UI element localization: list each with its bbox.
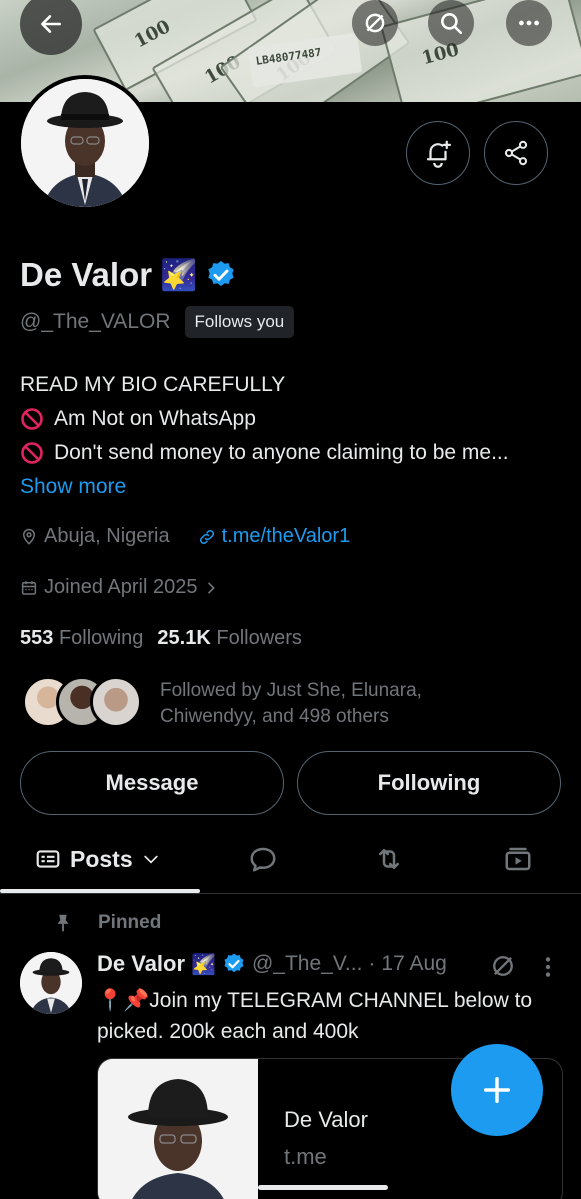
profile-tabs: Posts <box>0 826 581 894</box>
bio-text: Am Not on WhatsApp <box>54 407 256 430</box>
post-author-emoji: 🌠 <box>191 953 216 976</box>
followers-count: 25.1K <box>157 627 211 649</box>
prohibited-icon <box>21 442 43 464</box>
calendar-icon <box>21 580 37 595</box>
tab-reposts[interactable] <box>373 826 405 892</box>
joined-row[interactable]: Joined April 2025 <box>20 576 219 599</box>
shooting-star-emoji: 🌠 <box>160 258 198 292</box>
reposts-icon <box>379 849 399 869</box>
post-more-icon[interactable] <box>538 954 558 980</box>
chevron-down-icon <box>143 855 158 864</box>
following-label: Following <box>58 627 144 649</box>
post-author-handle: @_The_V... <box>251 952 363 975</box>
card-domain: t.me <box>284 1144 327 1169</box>
tab-media[interactable] <box>503 826 533 892</box>
follow-counts: 553 Following 25.1K Followers <box>20 627 302 650</box>
back-arrow-icon <box>41 15 61 33</box>
post-author-avatar[interactable] <box>20 952 82 1014</box>
search-icon <box>441 13 463 35</box>
bill-text: 100 <box>130 16 174 53</box>
message-button[interactable]: Message <box>20 751 284 815</box>
link-icon <box>199 529 214 544</box>
tab-posts[interactable]: Posts <box>34 826 161 892</box>
notification-bell-icon <box>426 140 451 168</box>
share-icon <box>504 140 528 166</box>
bio-line: READ MY BIO CAREFULLY <box>20 368 509 402</box>
bio-line: Don't send money to anyone claiming to b… <box>20 436 509 470</box>
profile-handle: @_The_VALOR <box>20 310 171 333</box>
profile-name: De Valor 🌠 <box>20 256 237 294</box>
avatar-portrait <box>21 79 149 207</box>
followed-by-text: Followed by Just She, Elunara, Chiwendyy… <box>160 680 422 727</box>
bill-serial: LB48077487 <box>254 45 323 68</box>
bio-text: READ MY BIO CAREFULLY <box>20 373 286 396</box>
followers-label: Followers <box>216 627 302 649</box>
media-icon <box>505 847 531 871</box>
pin-icon <box>57 914 69 932</box>
follows-you-badge: Follows you <box>184 306 295 338</box>
profile-meta-row: Abuja, Nigeria t.me/theValor1 <box>20 525 350 548</box>
profile-link[interactable]: t.me/theValor1 <box>222 525 351 548</box>
card-title: De Valor <box>284 1107 368 1132</box>
post-text: 📍📌Join my TELEGRAM CHANNEL below to pick… <box>97 989 533 1043</box>
grok-button[interactable] <box>352 0 398 46</box>
verified-badge-icon <box>224 953 244 973</box>
verified-badge-icon[interactable] <box>205 259 237 291</box>
compose-button[interactable] <box>451 1044 543 1136</box>
more-icon <box>519 20 539 26</box>
followers-count-link[interactable]: 25.1K Followers <box>157 627 302 650</box>
joined-text: Joined April 2025 <box>44 576 198 598</box>
pinned-indicator: Pinned <box>52 912 161 934</box>
handle-row: @_The_VALOR Follows you <box>20 306 295 338</box>
prohibited-icon <box>21 408 43 430</box>
post-author-name[interactable]: De Valor <box>97 951 185 977</box>
posts-feed-icon <box>36 850 60 868</box>
following-button[interactable]: Following <box>297 751 561 815</box>
notification-bell-button[interactable] <box>406 121 470 185</box>
location-text: Abuja, Nigeria <box>44 525 170 547</box>
following-count-link[interactable]: 553 Following <box>20 627 143 650</box>
post-header: De Valor 🌠 @_The_V... · 17 Aug <box>97 951 447 977</box>
location-pin-icon <box>22 528 36 545</box>
link-preview-image <box>98 1059 258 1199</box>
share-button[interactable] <box>484 121 548 185</box>
grok-icon[interactable] <box>489 952 517 980</box>
grok-icon <box>365 13 385 33</box>
post-separator: · <box>368 952 376 975</box>
bio-line: Am Not on WhatsApp <box>20 402 509 436</box>
compose-plus-icon <box>483 1076 511 1104</box>
followed-by-row[interactable]: Followed by Just She, Elunara, Chiwendyy… <box>22 676 422 728</box>
home-indicator[interactable] <box>258 1185 388 1190</box>
profile-bio: READ MY BIO CAREFULLY Am Not on WhatsApp… <box>20 368 509 504</box>
post-date[interactable]: 17 Aug <box>381 952 446 976</box>
search-button[interactable] <box>428 0 474 46</box>
post-avatar-portrait <box>20 952 82 1014</box>
tab-replies[interactable] <box>248 826 278 892</box>
following-count: 553 <box>20 627 54 649</box>
replies-icon <box>250 847 276 872</box>
pinned-label: Pinned <box>98 912 162 933</box>
card-portrait <box>98 1059 258 1199</box>
active-tab-indicator <box>0 889 200 893</box>
bio-text: Don't send money to anyone claiming to b… <box>54 441 509 464</box>
show-more-link[interactable]: Show more <box>20 470 509 504</box>
more-button[interactable] <box>506 0 552 46</box>
follower-avatar <box>90 676 142 728</box>
chevron-right-icon <box>208 582 216 593</box>
tab-posts-label: Posts <box>70 845 133 872</box>
profile-avatar[interactable] <box>17 75 153 211</box>
display-name: De Valor <box>20 256 153 293</box>
